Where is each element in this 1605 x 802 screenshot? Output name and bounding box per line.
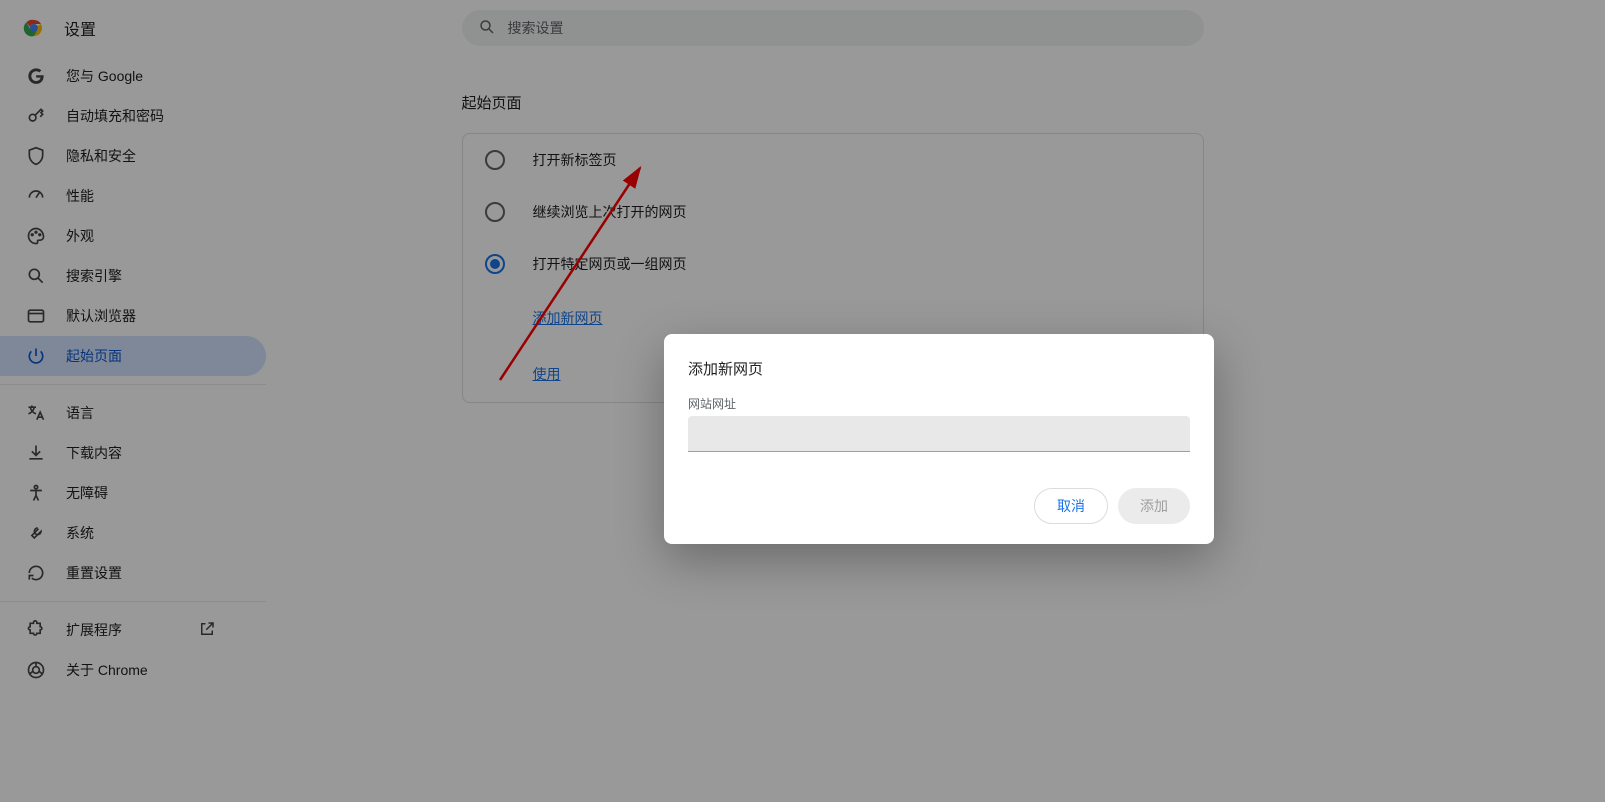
add-page-dialog: 添加新网页 网站网址 取消 添加 (664, 334, 1214, 544)
dialog-actions: 取消 添加 (688, 488, 1190, 524)
dialog-field-label: 网站网址 (688, 395, 1190, 412)
dialog-title: 添加新网页 (688, 358, 1190, 379)
modal-overlay[interactable]: 添加新网页 网站网址 取消 添加 (0, 0, 1605, 802)
url-input[interactable] (688, 416, 1190, 452)
cancel-button[interactable]: 取消 (1034, 488, 1108, 524)
add-button[interactable]: 添加 (1118, 488, 1190, 524)
